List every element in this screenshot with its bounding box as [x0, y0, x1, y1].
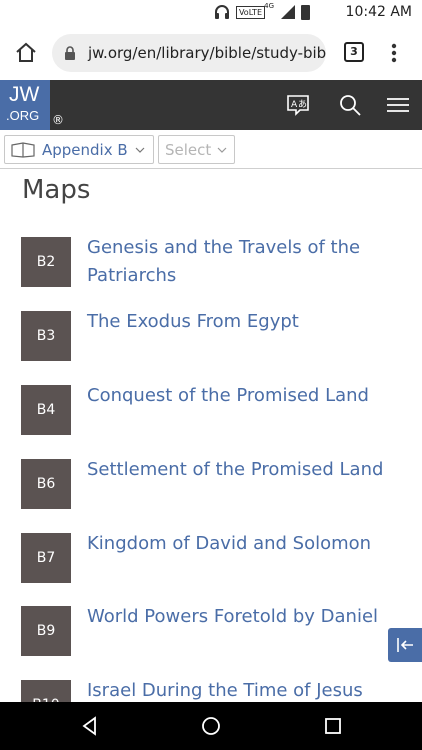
recents-icon[interactable] — [323, 716, 343, 736]
map-title-link[interactable]: Genesis and the Travels of the Patriarch… — [87, 234, 397, 290]
map-code-tile: B2 — [21, 237, 71, 287]
map-code-tile: B7 — [21, 533, 71, 583]
bible-navigation-toolbar: Appendix B Select — [0, 130, 422, 169]
volte-badge: VoLTE 4G — [235, 2, 274, 19]
tab-switcher-button[interactable]: 3 — [344, 42, 364, 62]
registered-mark: ® — [52, 113, 64, 127]
chapter-selector[interactable]: Select — [158, 135, 235, 164]
url-text: jw.org/en/library/bible/study-bib — [88, 44, 326, 62]
home-icon[interactable] — [201, 716, 221, 736]
search-icon[interactable] — [338, 93, 362, 117]
battery-icon — [301, 4, 310, 20]
browser-toolbar: jw.org/en/library/bible/study-bib 3 — [0, 28, 422, 80]
address-bar[interactable]: jw.org/en/library/bible/study-bib — [52, 34, 326, 72]
map-title-link[interactable]: Conquest of the Promised Land — [87, 382, 397, 410]
more-options-icon[interactable] — [386, 41, 402, 65]
map-code-tile: B6 — [21, 459, 71, 509]
home-icon[interactable] — [14, 41, 38, 65]
collapse-left-icon — [397, 638, 413, 652]
signal-icon — [281, 5, 295, 19]
lock-icon — [65, 46, 75, 60]
svg-text:あ: あ — [298, 99, 307, 110]
main-content: Maps B2 Genesis and the Travels of the P… — [0, 170, 422, 702]
map-title-link[interactable]: Israel During the Time of Jesus — [87, 677, 397, 702]
map-title-link[interactable]: Kingdom of David and Solomon — [87, 530, 397, 558]
map-title-link[interactable]: The Exodus From Egypt — [87, 308, 397, 336]
logo-jw: JW — [9, 83, 40, 106]
chevron-down-icon — [217, 147, 227, 153]
network-type: 4G — [264, 1, 274, 10]
chevron-down-icon — [135, 147, 145, 153]
map-code-tile: B3 — [21, 311, 71, 361]
jw-logo[interactable]: JW .ORG — [0, 80, 50, 130]
status-icons: VoLTE 4G — [214, 2, 310, 20]
svg-text:A: A — [291, 100, 298, 110]
map-title-link[interactable]: World Powers Foretold by Daniel — [87, 603, 397, 631]
status-time: 10:42 AM — [345, 4, 412, 20]
status-bar: VoLTE 4G 10:42 AM — [0, 0, 422, 28]
hamburger-menu-icon[interactable] — [386, 93, 410, 117]
map-code-tile: B4 — [21, 385, 71, 435]
system-navigation-bar — [0, 702, 422, 750]
site-header: JW .ORG ® A あ — [0, 80, 422, 130]
book-label: Appendix B — [42, 140, 128, 159]
chapter-select-label: Select — [165, 140, 212, 159]
book-selector[interactable]: Appendix B — [4, 135, 154, 164]
headphones-icon — [214, 5, 229, 19]
map-code-tile: B10 — [21, 680, 71, 702]
volte-label: VoLTE — [238, 7, 262, 17]
logo-org: .ORG — [6, 108, 40, 123]
open-book-icon — [11, 141, 35, 158]
translate-icon[interactable]: A あ — [286, 93, 310, 117]
map-code-tile: B9 — [21, 606, 71, 656]
side-panel-toggle-button[interactable] — [388, 628, 422, 662]
page-title: Maps — [22, 175, 91, 205]
back-icon[interactable] — [80, 716, 100, 736]
map-title-link[interactable]: Settlement of the Promised Land — [87, 456, 397, 484]
